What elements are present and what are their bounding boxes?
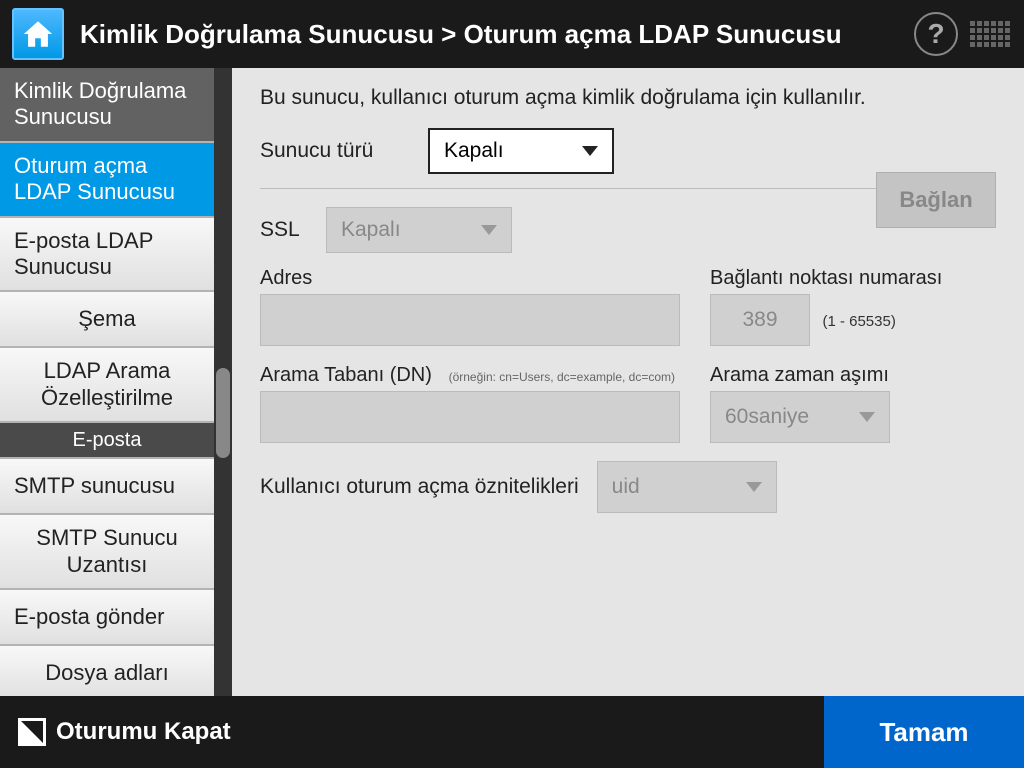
login-attr-value: uid [612, 475, 640, 499]
chevron-down-icon [481, 225, 497, 235]
timeout-value: 60saniye [725, 405, 809, 429]
search-base-hint: (örneğin: cn=Users, dc=example, dc=com) [449, 370, 675, 384]
sidebar-item-auth-server[interactable]: Kimlik Doğrulama Sunucusu [0, 68, 214, 143]
ok-button[interactable]: Tamam [824, 696, 1024, 768]
header-bar: Kimlik Doğrulama Sunucusu > Oturum açma … [0, 0, 1024, 68]
sidebar-item-ldap-search-custom[interactable]: LDAP Arama Özelleştirilme [0, 348, 214, 423]
sidebar-item-email-ldap[interactable]: E-posta LDAP Sunucusu [0, 218, 214, 293]
server-type-dropdown[interactable]: Kapalı [428, 128, 614, 174]
login-attr-dropdown: uid [597, 461, 777, 513]
sidebar-item-file-names[interactable]: Dosya adları [0, 646, 214, 696]
chevron-down-icon [746, 482, 762, 492]
help-button[interactable]: ? [914, 12, 958, 56]
port-range-hint: (1 - 65535) [822, 313, 895, 330]
search-base-input[interactable] [260, 391, 680, 443]
port-input[interactable]: 389 [710, 294, 810, 346]
sidebar-scrollbar-thumb[interactable] [216, 368, 230, 458]
address-label: Adres [260, 267, 680, 290]
sidebar-item-schema[interactable]: Şema [0, 292, 214, 348]
sidebar-item-smtp-extension[interactable]: SMTP Sunucu Uzantısı [0, 515, 214, 590]
search-base-label-text: Arama Tabanı (DN) [260, 364, 432, 386]
chevron-down-icon [859, 412, 875, 422]
timeout-label: Arama zaman aşımı [710, 364, 890, 387]
connect-button[interactable]: Bağlan [876, 172, 996, 228]
sidebar-section-email: E-posta [0, 423, 214, 459]
logout-label: Oturumu Kapat [56, 718, 231, 746]
sidebar-item-smtp-server[interactable]: SMTP sunucusu [0, 459, 214, 515]
chevron-down-icon [582, 146, 598, 156]
timeout-dropdown: 60saniye [710, 391, 890, 443]
sidebar-item-send-email[interactable]: E-posta gönder [0, 590, 214, 646]
question-icon: ? [927, 18, 944, 50]
footer-bar: Oturumu Kapat Tamam [0, 696, 1024, 768]
address-input[interactable] [260, 294, 680, 346]
search-base-label: Arama Tabanı (DN) (örneğin: cn=Users, dc… [260, 364, 680, 387]
home-button[interactable] [12, 8, 64, 60]
server-type-label: Sunucu türü [260, 139, 410, 163]
sidebar-item-login-ldap[interactable]: Oturum açma LDAP Sunucusu [0, 143, 214, 218]
breadcrumb: Kimlik Doğrulama Sunucusu > Oturum açma … [80, 19, 904, 50]
home-icon [21, 17, 55, 51]
keyboard-button[interactable] [968, 12, 1012, 56]
port-label: Bağlantı noktası numarası [710, 267, 942, 290]
main-panel: Bu sunucu, kullanıcı oturum açma kimlik … [232, 68, 1024, 696]
logout-icon [18, 718, 46, 746]
ssl-label: SSL [260, 218, 308, 242]
logout-button[interactable]: Oturumu Kapat [0, 696, 249, 768]
ssl-dropdown: Kapalı [326, 207, 512, 253]
sidebar-scrollbar-track[interactable] [214, 68, 232, 696]
ssl-value: Kapalı [341, 218, 401, 242]
server-type-value: Kapalı [444, 139, 504, 163]
sidebar: Kimlik Doğrulama Sunucusu Oturum açma LD… [0, 68, 232, 696]
login-attr-label: Kullanıcı oturum açma öznitelikleri [260, 475, 579, 499]
page-description: Bu sunucu, kullanıcı oturum açma kimlik … [260, 86, 996, 110]
keyboard-icon [970, 21, 1010, 47]
